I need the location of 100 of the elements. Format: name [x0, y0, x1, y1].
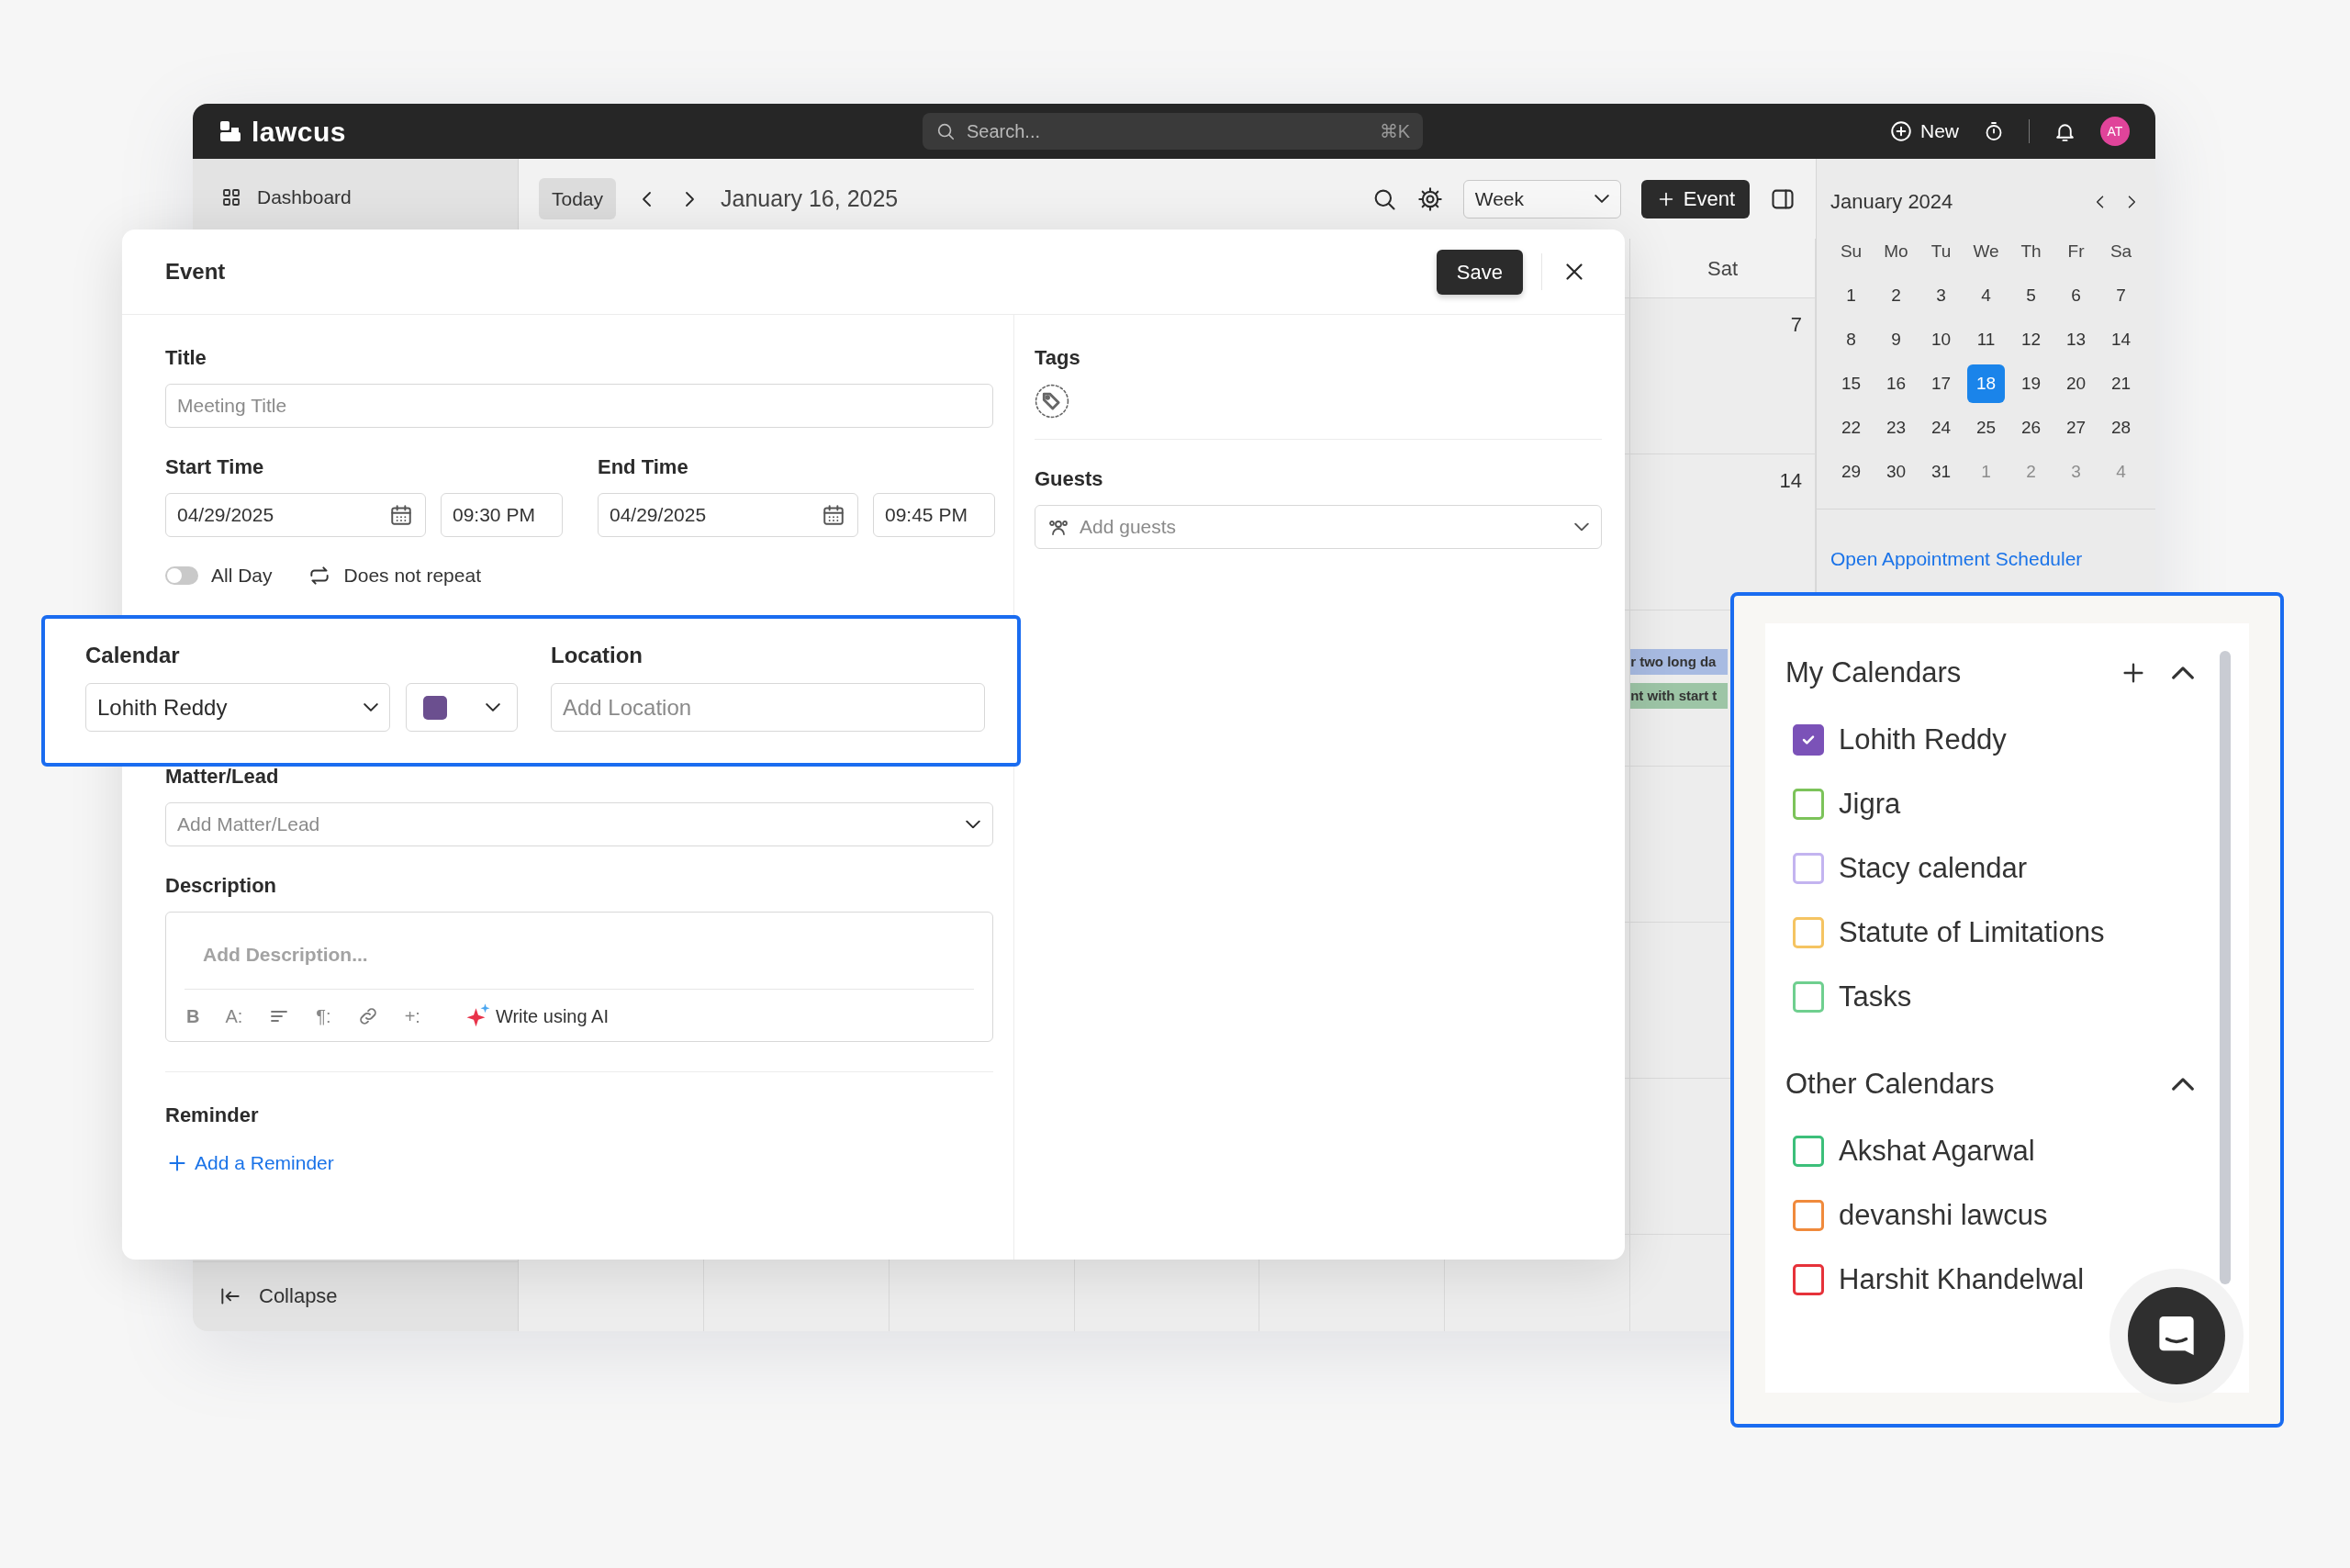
logo-icon [218, 119, 242, 143]
sidebar-item[interactable]: Dashboard [193, 159, 518, 236]
checkbox[interactable] [1793, 981, 1824, 1013]
save-button[interactable]: Save [1436, 249, 1523, 295]
calendar-day[interactable]: 16 [1877, 364, 1915, 403]
scrollbar[interactable] [2220, 651, 2231, 1284]
day-header: Sat [1707, 255, 1739, 282]
calendar-day[interactable]: 31 [1922, 453, 1960, 491]
calendar-day[interactable]: 10 [1922, 320, 1960, 359]
calendar-day[interactable]: 7 [2102, 276, 2140, 315]
section-title: Other Calendars [1785, 1066, 1995, 1102]
bold-button[interactable]: B [186, 1002, 200, 1030]
toggle-switch[interactable] [165, 566, 198, 585]
chevron-down-icon [364, 703, 378, 711]
weekday-label: Sa [2109, 240, 2133, 263]
checkbox[interactable] [1793, 1200, 1824, 1231]
calendar-day[interactable]: 21 [2102, 364, 2140, 403]
calendar-day[interactable]: 15 [1832, 364, 1870, 403]
calendar-name: Akshat Agarwal [1839, 1133, 2035, 1169]
location-field[interactable]: Add Location [551, 683, 985, 732]
font-button[interactable]: A: [225, 1002, 243, 1030]
title-field[interactable]: Meeting Title [165, 384, 993, 428]
calendar-day[interactable]: 5 [2012, 276, 2050, 315]
search-icon [935, 121, 956, 141]
calendar-day[interactable]: 26 [2012, 409, 2050, 447]
calendar-icon [389, 503, 413, 527]
weekday-label: Th [2020, 240, 2042, 263]
logo-text: lawcus [252, 115, 347, 149]
chevron-up-icon[interactable] [2172, 1078, 2194, 1091]
chevron-down-icon [486, 703, 500, 711]
calendar-day[interactable]: 20 [2057, 364, 2095, 403]
collapse-label: Collapse [259, 1283, 338, 1309]
checkbox[interactable] [1793, 1136, 1824, 1167]
time-field[interactable]: 09:45 PM [873, 493, 995, 537]
chevron-down-icon [1594, 195, 1609, 203]
calendar-name: Jigra [1839, 786, 1901, 822]
calendar-day[interactable]: 19 [2012, 364, 2050, 403]
calendar-select[interactable]: Lohith Reddy [85, 683, 390, 732]
calendar-day[interactable]: 11 [1967, 320, 2005, 359]
dialog-title: Event [165, 258, 226, 286]
collapse-button[interactable]: Collapse [193, 1261, 518, 1331]
matter-select[interactable]: Add Matter/Lead [165, 801, 993, 846]
calendar-day[interactable]: 4 [1967, 276, 2005, 315]
current-date: January 16, 2025 [721, 184, 899, 213]
checkbox[interactable] [1793, 853, 1824, 884]
chevron-up-icon[interactable] [2172, 666, 2194, 679]
calendar-day[interactable]: 30 [1877, 453, 1915, 491]
calendar-day[interactable]: 28 [2102, 409, 2140, 447]
avatar[interactable]: AT [2100, 117, 2130, 146]
calendar-day[interactable]: 2 [1877, 276, 1915, 315]
color-select[interactable] [406, 683, 518, 732]
paragraph-button[interactable]: ¶: [316, 1002, 331, 1030]
section-title: My Calendars [1785, 655, 1962, 690]
description-field[interactable]: Add Description... [185, 939, 974, 969]
calendar-day[interactable]: 27 [2057, 409, 2095, 447]
insert-button[interactable]: +: [404, 1002, 420, 1030]
shortcut-hint: ⌘K [1379, 120, 1410, 143]
calendar-day[interactable]: 14 [2102, 320, 2140, 359]
calendar-day[interactable]: 13 [2057, 320, 2095, 359]
date-field[interactable]: 04/29/2025 [598, 493, 858, 537]
date-field[interactable]: 04/29/2025 [165, 493, 426, 537]
repeat-option[interactable]: Does not repeat [343, 561, 481, 590]
settings-icon[interactable] [1416, 185, 1443, 212]
calendar-day[interactable]: 17 [1922, 364, 1960, 403]
checkbox[interactable] [1793, 724, 1824, 756]
weekday-label: We [1972, 240, 2000, 263]
calendar-day[interactable]: 29 [1832, 453, 1870, 491]
checkbox[interactable] [1793, 1264, 1824, 1295]
add-event-button[interactable]: Event [1640, 179, 1750, 218]
guests-select[interactable]: Add guests [1035, 505, 1602, 549]
calendar-day[interactable]: 3 [1922, 276, 1960, 315]
add-reminder-link[interactable]: Add a Reminder [165, 1148, 334, 1178]
calendar-day[interactable]: 24 [1922, 409, 1960, 447]
field-label: Description [165, 872, 278, 899]
calendar-day[interactable]: 18 [1967, 364, 2005, 403]
scheduler-link[interactable]: Open Appointment Scheduler [1830, 544, 2083, 574]
tag-icon[interactable] [1035, 384, 1069, 419]
calendar-day[interactable]: 22 [1832, 409, 1870, 447]
calendar-day[interactable]: 8 [1832, 320, 1870, 359]
view-select[interactable]: Week [1462, 179, 1621, 218]
calendar-icon [822, 503, 845, 527]
date-number: 14 [1779, 468, 1802, 494]
calendar-day[interactable]: 23 [1877, 409, 1915, 447]
checkbox[interactable] [1793, 789, 1824, 820]
calendar-day[interactable]: 1 [1832, 276, 1870, 315]
calendar-day[interactable]: 12 [2012, 320, 2050, 359]
event-bar[interactable]: r two long da [1630, 649, 1729, 675]
calendar-day[interactable]: 25 [1967, 409, 2005, 447]
calendar-name: Lohith Reddy [1839, 722, 2007, 757]
event-bar[interactable]: nt with start t [1630, 683, 1729, 709]
date-number: 7 [1790, 312, 1802, 338]
calendar-day[interactable]: 6 [2057, 276, 2095, 315]
write-ai-button[interactable]: Write using AI [464, 1002, 609, 1030]
new-button[interactable]: New [1889, 117, 1959, 146]
calendar-name: Statute of Limitations [1839, 914, 2105, 950]
sidebar-label: Dashboard [257, 185, 352, 209]
today-button[interactable]: Today [539, 177, 617, 220]
calendar-day[interactable]: 9 [1877, 320, 1915, 359]
time-field[interactable]: 09:30 PM [441, 493, 563, 537]
weekday-label: Fr [2066, 240, 2086, 263]
